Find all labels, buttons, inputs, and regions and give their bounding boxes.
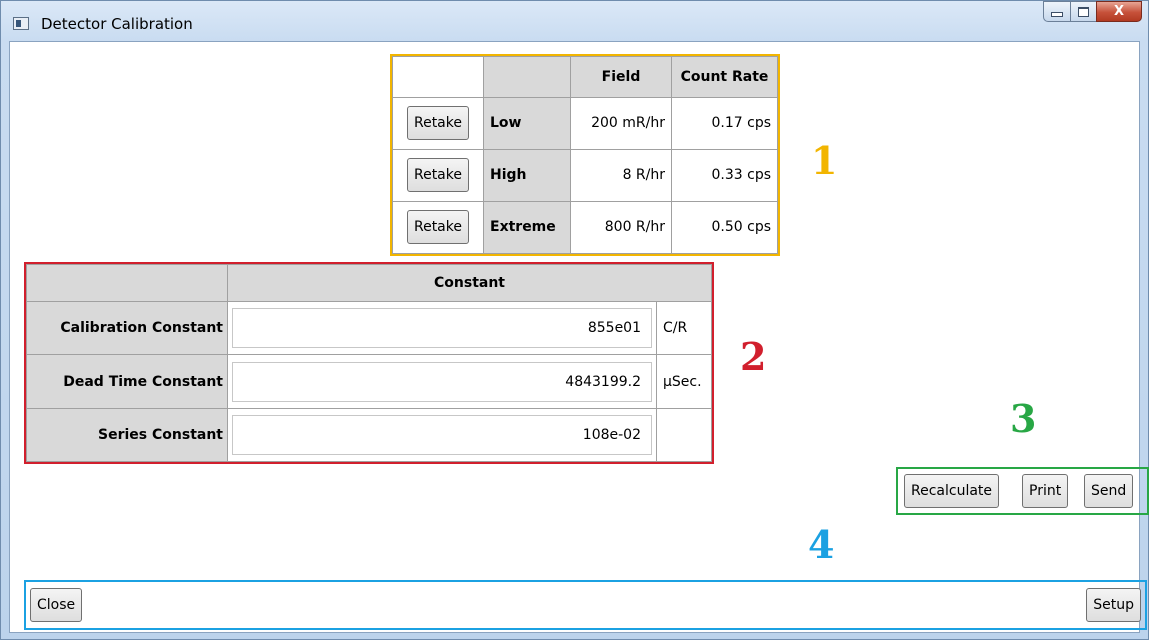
calibration-constant-label: Calibration Constant — [26, 301, 228, 356]
row-label-extreme: Extreme — [483, 200, 571, 255]
input-cell: 855e01 — [227, 301, 657, 356]
close-button[interactable]: Close — [30, 588, 83, 622]
input-cell: 4843199.2 — [227, 354, 657, 409]
constants-header-blank — [26, 263, 228, 303]
dead-time-constant-field[interactable]: 4843199.2 — [232, 361, 652, 402]
minimize-button[interactable] — [1043, 1, 1070, 22]
field-value-low: 200 mR/hr — [570, 96, 672, 150]
series-constant-label: Series Constant — [26, 407, 228, 463]
series-constant-field[interactable]: 108e-02 — [232, 414, 652, 455]
section-4-footer: Close Setup — [24, 580, 1147, 630]
table-header-row: Field Count Rate — [392, 56, 778, 98]
print-button[interactable]: Print — [1022, 474, 1069, 508]
calibration-constant-unit: C/R — [656, 301, 712, 356]
section-number-2: 2 — [740, 334, 767, 379]
field-count-table: Field Count Rate Retake Low 200 mR/hr 0.… — [392, 56, 778, 255]
section-number-4: 4 — [808, 522, 835, 567]
series-constant-unit — [656, 407, 712, 463]
retake-extreme-button[interactable]: Retake — [406, 210, 469, 245]
maximize-button[interactable] — [1070, 1, 1096, 22]
header-blank-2 — [483, 56, 571, 98]
section-1-field-table: Field Count Rate Retake Low 200 mR/hr 0.… — [390, 54, 780, 256]
dead-time-constant-unit: μSec. — [656, 354, 712, 409]
dead-time-constant-row: Dead Time Constant 4843199.2 μSec. — [26, 354, 712, 409]
setup-button[interactable]: Setup — [1086, 588, 1141, 622]
series-constant-row: Series Constant 108e-02 — [26, 407, 712, 463]
action-buttons: Recalculate Print Send — [898, 469, 1147, 513]
field-value-high: 8 R/hr — [570, 148, 672, 202]
dead-time-constant-label: Dead Time Constant — [26, 354, 228, 409]
row-label-high: High — [483, 148, 571, 202]
section-3-actions: Recalculate Print Send — [896, 467, 1149, 515]
calibration-constant-row: Calibration Constant 855e01 C/R — [26, 301, 712, 356]
close-icon: X — [1113, 4, 1125, 19]
recalculate-button[interactable]: Recalculate — [904, 474, 1000, 508]
maximize-icon — [1078, 6, 1089, 17]
detector-calibration-window: Detector Calibration X Field Count Rate … — [0, 0, 1149, 640]
app-window-icon — [13, 17, 29, 30]
minimize-icon — [1051, 12, 1063, 17]
close-window-button[interactable]: X — [1096, 1, 1142, 22]
retake-cell: Retake — [392, 200, 484, 255]
section-2-constants: Constant Calibration Constant 855e01 C/R… — [24, 262, 714, 464]
title-bar[interactable]: Detector Calibration X — [1, 1, 1148, 41]
retake-high-button[interactable]: Retake — [406, 158, 469, 193]
count-rate-extreme: 0.50 cps — [671, 200, 778, 255]
constants-header-row: Constant — [26, 263, 712, 303]
send-button[interactable]: Send — [1084, 474, 1134, 508]
window-title: Detector Calibration — [41, 15, 193, 33]
retake-low-button[interactable]: Retake — [406, 106, 469, 141]
table-row-extreme: Retake Extreme 800 R/hr 0.50 cps — [392, 200, 778, 255]
table-row-high: Retake High 8 R/hr 0.33 cps — [392, 148, 778, 202]
header-blank-1 — [392, 56, 484, 98]
row-label-low: Low — [483, 96, 571, 150]
caption-buttons: X — [1043, 1, 1142, 23]
header-field: Field — [570, 56, 672, 98]
constants-table: Constant Calibration Constant 855e01 C/R… — [26, 263, 712, 463]
count-rate-high: 0.33 cps — [671, 148, 778, 202]
retake-cell: Retake — [392, 96, 484, 150]
constants-header: Constant — [227, 263, 712, 303]
input-cell: 108e-02 — [227, 407, 657, 463]
calibration-constant-field[interactable]: 855e01 — [232, 308, 652, 349]
section-number-1: 1 — [811, 138, 838, 183]
table-row-low: Retake Low 200 mR/hr 0.17 cps — [392, 96, 778, 150]
window-content: Field Count Rate Retake Low 200 mR/hr 0.… — [9, 41, 1149, 633]
section-number-3: 3 — [1010, 396, 1037, 441]
count-rate-low: 0.17 cps — [671, 96, 778, 150]
header-count-rate: Count Rate — [671, 56, 778, 98]
field-value-extreme: 800 R/hr — [570, 200, 672, 255]
retake-cell: Retake — [392, 148, 484, 202]
